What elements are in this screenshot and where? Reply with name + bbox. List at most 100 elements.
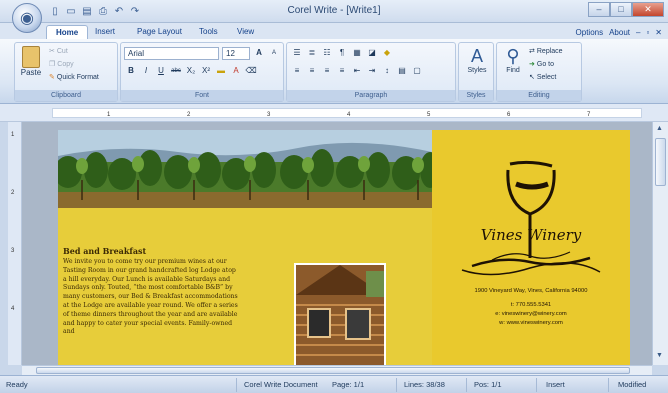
align-center-icon[interactable]: ≡ — [306, 65, 318, 77]
goto-arrow-icon: ➜ — [529, 61, 535, 68]
app-menu-button[interactable]: ◉ — [12, 3, 42, 33]
doc-restore-button[interactable]: ▫ — [646, 28, 649, 37]
justify-icon[interactable]: ≡ — [336, 65, 348, 77]
decrease-indent-icon[interactable]: ⇤ — [351, 65, 363, 77]
app-window: ◉ ▯ ▭ ▤ ⎙ ↶ ↷ Corel Write - [Write1] – □… — [0, 0, 668, 393]
select-button[interactable]: ↖ Select — [529, 73, 557, 82]
tab-home[interactable]: Home — [46, 25, 89, 40]
title-bar: ◉ ▯ ▭ ▤ ⎙ ↶ ↷ Corel Write - [Write1] – □… — [0, 0, 668, 33]
find-button[interactable]: ⚲ Find — [500, 45, 526, 74]
phone-text: t: 770.555.5341 — [510, 302, 552, 308]
close-button[interactable]: ✕ — [632, 2, 664, 17]
styles-button-label: Styles — [467, 67, 487, 74]
increase-indent-icon[interactable]: ⇥ — [366, 65, 378, 77]
replace-button[interactable]: ⇄ Replace — [529, 47, 563, 56]
ruler-tick: 6 — [507, 112, 511, 118]
vertical-scrollbar[interactable]: ▲ ▼ — [652, 122, 668, 365]
superscript-button[interactable]: X² — [200, 65, 212, 77]
about-menu[interactable]: About — [609, 28, 630, 37]
fill-color-icon[interactable]: ◆ — [381, 47, 393, 59]
line-spacing-icon[interactable]: ↕ — [381, 65, 393, 77]
vertical-scroll-thumb[interactable] — [655, 138, 666, 186]
tab-tools[interactable]: Tools — [190, 25, 227, 38]
font-group: Arial 12 A A B I U abc X₂ X² ▬ A ⌫ Font — [120, 42, 284, 102]
select-label: Select — [536, 73, 557, 81]
email-text: e: vineswinery@winery.com — [495, 311, 567, 317]
vertical-ruler[interactable]: 1 2 3 4 — [8, 122, 22, 365]
paragraph-group-label: Paragraph — [287, 90, 455, 101]
document-area[interactable]: Bed and Breakfast We invite you to come … — [22, 122, 652, 365]
status-doc-type: Corel Write Document — [244, 380, 318, 389]
status-insert-mode[interactable]: Insert — [546, 380, 565, 389]
pilcrow-icon[interactable]: ¶ — [336, 47, 348, 59]
align-right-icon[interactable]: ≡ — [321, 65, 333, 77]
document-page[interactable]: Bed and Breakfast We invite you to come … — [58, 130, 630, 365]
status-lines: Lines: 38/38 — [404, 380, 445, 389]
tab-view[interactable]: View — [228, 25, 263, 38]
ruler-tick: 4 — [347, 112, 351, 118]
ribbon-tabs: Home Insert Page Layout Tools View Optio… — [0, 23, 668, 40]
status-separator — [236, 378, 237, 392]
maximize-button[interactable]: □ — [610, 2, 632, 17]
multilevel-list-icon[interactable]: ☷ — [321, 47, 333, 59]
status-bar: Ready Corel Write Document Page: 1/1 Lin… — [0, 375, 668, 393]
ruler-tick: 1 — [107, 112, 111, 118]
minimize-button[interactable]: – — [588, 2, 610, 17]
binoculars-icon: ⚲ — [506, 46, 520, 66]
shrink-font-button[interactable]: A — [268, 47, 280, 59]
horizontal-scrollbar[interactable] — [22, 365, 652, 375]
scroll-up-icon[interactable]: ▲ — [656, 125, 663, 132]
doc-minimize-button[interactable]: – — [636, 28, 640, 37]
paste-button[interactable]: Paste — [19, 46, 43, 77]
winery-panel: Vines Winery 1900 Vineyard Way, Vines, C… — [432, 130, 630, 365]
cut-button[interactable]: ✂ Cut — [49, 47, 68, 56]
page-content-left: Bed and Breakfast We invite you to come … — [58, 208, 432, 365]
strikethrough-button[interactable]: abc — [170, 65, 182, 77]
font-color-icon[interactable]: A — [230, 65, 242, 77]
tab-page-layout[interactable]: Page Layout — [128, 25, 191, 38]
copy-button[interactable]: ❐ Copy — [49, 60, 74, 69]
italic-button[interactable]: I — [140, 65, 152, 77]
vruler-tick: 3 — [11, 248, 15, 254]
vruler-tick: 1 — [11, 132, 15, 138]
underline-button[interactable]: U — [155, 65, 167, 77]
status-separator — [608, 378, 609, 392]
cut-label: Cut — [56, 47, 68, 55]
status-separator — [536, 378, 537, 392]
paintbrush-icon: ✎ — [49, 74, 55, 81]
quick-format-button[interactable]: ✎ Quick Format — [49, 73, 99, 82]
subscript-button[interactable]: X₂ — [185, 65, 197, 77]
editing-group: ⚲ Find ⇄ Replace ➜ Go to ↖ Select Editing — [496, 42, 582, 102]
styles-group-label: Styles — [459, 90, 493, 101]
replace-label: Replace — [536, 47, 563, 55]
goto-button[interactable]: ➜ Go to — [529, 60, 554, 69]
paste-label: Paste — [20, 68, 42, 77]
grow-font-button[interactable]: A — [253, 47, 265, 59]
paragraph-shading-icon[interactable]: ▤ — [396, 65, 408, 77]
numbering-icon[interactable]: ≣ — [306, 47, 318, 59]
options-menu[interactable]: Options — [576, 28, 604, 37]
bnb-body-text: We invite you to come try our premium wi… — [63, 258, 238, 336]
horizontal-ruler[interactable]: 1 2 3 4 5 6 7 — [0, 104, 668, 122]
styles-button[interactable]: A Styles — [462, 45, 492, 74]
app-logo-icon: ◉ — [20, 10, 34, 27]
highlight-icon[interactable]: ▬ — [215, 65, 227, 77]
font-size-buttons: A A — [253, 47, 280, 59]
vruler-tick: 4 — [11, 306, 15, 312]
align-left-icon[interactable]: ≡ — [291, 65, 303, 77]
scroll-down-icon[interactable]: ▼ — [656, 352, 663, 359]
doc-close-button[interactable]: ✕ — [655, 28, 662, 37]
bold-button[interactable]: B — [125, 65, 137, 77]
horizontal-scroll-thumb[interactable] — [36, 367, 630, 374]
font-size-select[interactable]: 12 — [222, 47, 250, 60]
shading-icon[interactable]: ◪ — [366, 47, 378, 59]
paragraph-group: ☰ ≣ ☷ ¶ ▦ ◪ ◆ ≡ ≡ ≡ ≡ ⇤ ⇥ ↕ ▤ ▢ Paragrap… — [286, 42, 456, 102]
borders-icon[interactable]: ▦ — [351, 47, 363, 59]
bullets-icon[interactable]: ☰ — [291, 47, 303, 59]
clear-format-icon[interactable]: ⌫ — [245, 65, 257, 77]
vruler-tick: 2 — [11, 190, 15, 196]
tab-insert[interactable]: Insert — [86, 25, 124, 38]
paragraph-border-icon[interactable]: ▢ — [411, 65, 423, 77]
ribbon-right-nav: Options About – ▫ ✕ — [576, 28, 662, 37]
font-name-select[interactable]: Arial — [124, 47, 219, 60]
